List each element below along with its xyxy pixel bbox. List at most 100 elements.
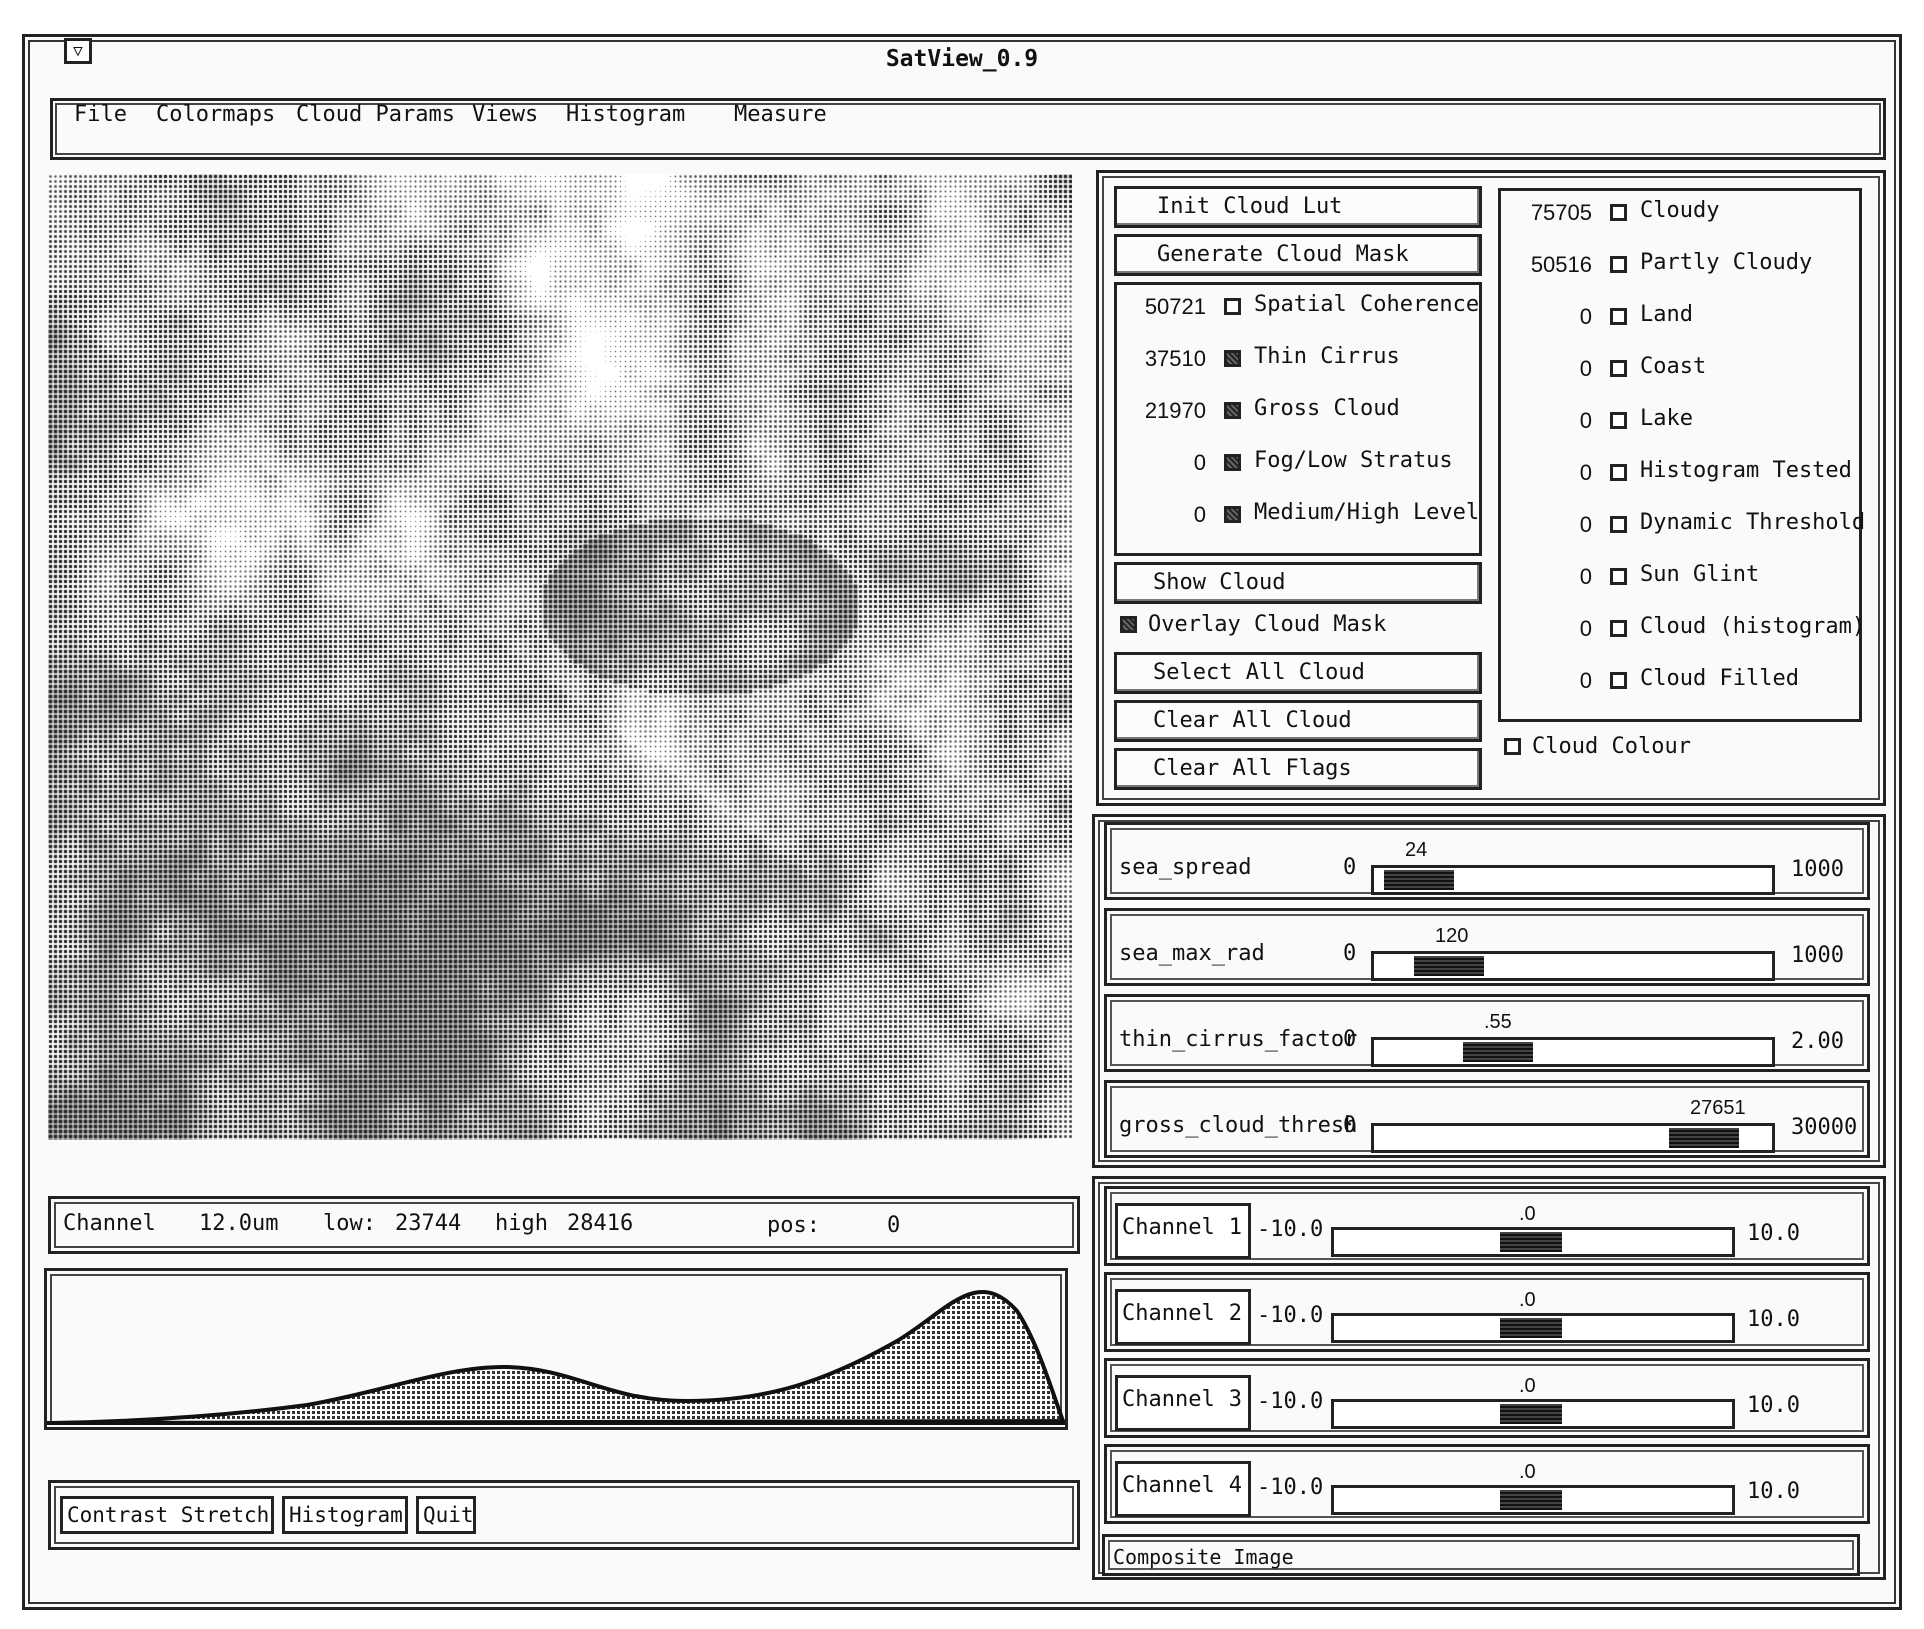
flag-checkbox[interactable] (1610, 464, 1627, 481)
flag-label: Dynamic Threshold (1640, 510, 1866, 535)
channel-label: Channel (63, 1211, 156, 1236)
channel-label-box: Channel 4 (1115, 1461, 1251, 1517)
flag-count: 0 (1579, 304, 1592, 329)
flag-checkbox[interactable] (1610, 204, 1627, 221)
test-count: 0 (1193, 502, 1206, 527)
flag-count: 0 (1579, 616, 1592, 641)
channel-label: Channel (1122, 1387, 1215, 1412)
param-row: thin_cirrus_factor 0 .55 2.00 (1104, 994, 1870, 1072)
contrast-stretch-button[interactable]: Contrast Stretch (60, 1496, 274, 1534)
test-checkbox[interactable] (1224, 454, 1241, 471)
high-label: high (495, 1211, 548, 1236)
test-checkbox[interactable] (1224, 402, 1241, 419)
clear-all-flags-button[interactable]: Clear All Flags (1114, 748, 1482, 790)
channel-min: -10.0 (1257, 1303, 1324, 1328)
flag-count: 0 (1579, 408, 1592, 433)
show-cloud-button[interactable]: Show Cloud (1114, 562, 1482, 604)
flag-checkbox[interactable] (1610, 672, 1627, 689)
histogram-button[interactable]: Histogram (282, 1496, 408, 1534)
flag-checkbox[interactable] (1610, 308, 1627, 325)
flag-checkbox[interactable] (1610, 568, 1627, 585)
flag-checkbox[interactable] (1610, 256, 1627, 273)
channel-row: Channel 4 -10.0 .0 10.0 (1104, 1444, 1870, 1524)
param-slider-track[interactable] (1371, 865, 1775, 895)
channel-value: .0 (1519, 1289, 1536, 1311)
satellite-image[interactable] (48, 174, 1072, 1140)
flag-checkbox[interactable] (1610, 412, 1627, 429)
channel-slider-track[interactable] (1331, 1313, 1735, 1343)
param-slider-track[interactable] (1371, 1037, 1775, 1067)
param-max: 2.00 (1791, 1029, 1844, 1054)
param-slider-track[interactable] (1371, 951, 1775, 981)
init-cloud-lut-button[interactable]: Init Cloud Lut (1114, 186, 1482, 228)
pos-label: pos: (767, 1213, 820, 1238)
cloud-flags-list: 75705 Cloudy 50516 Partly Cloudy 0 Land 0 Coast… (1502, 198, 1865, 718)
channel-max: 10.0 (1747, 1479, 1800, 1504)
composite-image-button[interactable]: Composite Image (1102, 1534, 1860, 1576)
flag-checkbox[interactable] (1610, 620, 1627, 637)
histogram-panel (44, 1268, 1068, 1430)
test-count: 37510 (1144, 346, 1206, 371)
channel-min: -10.0 (1257, 1389, 1324, 1414)
low-label: low: (323, 1211, 376, 1236)
menu-colormaps[interactable]: Colormaps (156, 102, 275, 127)
menu-file[interactable]: File (74, 102, 127, 127)
satellite-image-view[interactable] (48, 174, 1072, 1140)
param-min: 0 (1343, 855, 1357, 880)
channel-max: 10.0 (1747, 1307, 1800, 1332)
param-slider-thumb[interactable] (1463, 1042, 1533, 1062)
menu-measure[interactable]: Measure (734, 102, 827, 127)
channel-slider-thumb[interactable] (1500, 1318, 1562, 1338)
channel-number: 3 (1228, 1387, 1242, 1412)
param-name: sea_max_rad (1119, 941, 1265, 966)
overlay-cloud-mask-toggle[interactable]: Overlay Cloud Mask (1118, 612, 1486, 642)
flag-count: 75705 (1530, 200, 1592, 225)
channel-slider-thumb[interactable] (1500, 1490, 1562, 1510)
channel-slider-thumb[interactable] (1500, 1404, 1562, 1424)
test-label: Fog/Low Stratus (1254, 448, 1453, 473)
overlay-checkbox[interactable] (1120, 616, 1137, 633)
flag-count: 0 (1579, 356, 1592, 381)
param-slider-thumb[interactable] (1384, 870, 1454, 890)
param-max: 1000 (1791, 857, 1844, 882)
param-row: sea_max_rad 0 120 1000 (1104, 908, 1870, 986)
test-checkbox[interactable] (1224, 506, 1241, 523)
flag-count: 0 (1579, 512, 1592, 537)
param-value: .55 (1484, 1011, 1512, 1033)
test-checkbox[interactable] (1224, 350, 1241, 367)
cloud-colour-toggle[interactable]: Cloud Colour (1502, 734, 1862, 764)
menu-views[interactable]: Views (472, 102, 538, 127)
channel-value: 12.0um (199, 1211, 279, 1236)
quit-button[interactable]: Quit (416, 1496, 476, 1534)
test-label: Gross Cloud (1254, 396, 1400, 421)
window-title: SatView_0.9 (885, 46, 1039, 72)
channel-label-box: Channel 1 (1115, 1203, 1251, 1259)
channel-min: -10.0 (1257, 1217, 1324, 1242)
channel-number: 4 (1228, 1473, 1242, 1498)
select-all-cloud-button[interactable]: Select All Cloud (1114, 652, 1482, 694)
channel-slider-track[interactable] (1331, 1485, 1735, 1515)
param-slider-thumb[interactable] (1669, 1128, 1739, 1148)
channel-row: Channel 3 -10.0 .0 10.0 (1104, 1358, 1870, 1438)
channel-value: .0 (1519, 1461, 1536, 1483)
channel-slider-track[interactable] (1331, 1227, 1735, 1257)
param-slider-track[interactable] (1371, 1123, 1775, 1153)
channel-slider-thumb[interactable] (1500, 1232, 1562, 1252)
flag-checkbox[interactable] (1610, 360, 1627, 377)
cloud-colour-checkbox[interactable] (1504, 738, 1521, 755)
flag-checkbox[interactable] (1610, 516, 1627, 533)
channel-number: 2 (1228, 1301, 1242, 1326)
menu-items: File Colormaps Cloud Params Views Histogram M… (74, 102, 1074, 132)
flag-label: Lake (1640, 406, 1693, 431)
test-checkbox[interactable] (1224, 298, 1241, 315)
channel-slider-track[interactable] (1331, 1399, 1735, 1429)
generate-cloud-mask-button[interactable]: Generate Cloud Mask (1114, 234, 1482, 276)
menu-cloud-params[interactable]: Cloud Params (296, 102, 455, 127)
menu-histogram[interactable]: Histogram (566, 102, 685, 127)
channel-label: Channel (1122, 1473, 1215, 1498)
channel-label: Channel (1122, 1301, 1215, 1326)
flag-label: Coast (1640, 354, 1707, 379)
param-slider-thumb[interactable] (1414, 956, 1484, 976)
channel-label: Channel (1122, 1215, 1215, 1240)
clear-all-cloud-button[interactable]: Clear All Cloud (1114, 700, 1482, 742)
